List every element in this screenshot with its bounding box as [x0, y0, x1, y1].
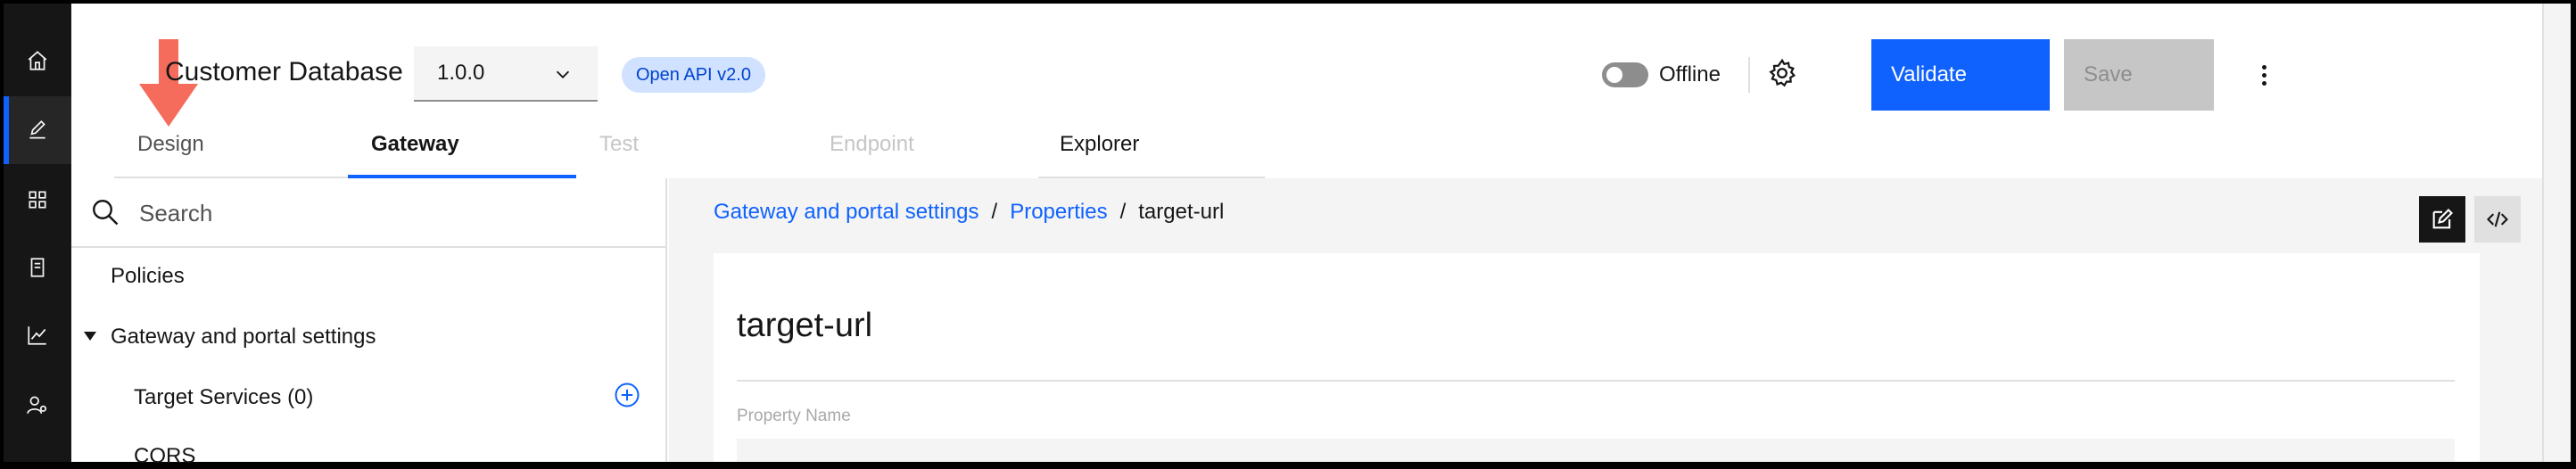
tab-design-label: Design: [137, 132, 204, 156]
offline-toggle[interactable]: [1602, 62, 1648, 87]
version-value: 1.0.0: [437, 61, 485, 85]
breadcrumb-separator: /: [991, 200, 998, 224]
breadcrumb-separator: /: [1119, 200, 1127, 224]
breadcrumb-gateway-portal-settings[interactable]: Gateway and portal settings: [714, 200, 979, 225]
edit-icon: [29, 120, 45, 139]
validate-button[interactable]: Validate: [1871, 39, 2050, 111]
rail-develop[interactable]: [4, 96, 71, 164]
property-title: target-url: [737, 307, 873, 344]
caret-down-icon[interactable]: [84, 332, 96, 341]
search-icon: [93, 200, 119, 226]
offline-label: Offline: [1659, 62, 1721, 86]
toolbar-divider: [1748, 57, 1750, 93]
property-name-field[interactable]: [737, 439, 2455, 462]
tab-design[interactable]: Design: [114, 132, 348, 178]
code-icon: [2487, 211, 2508, 227]
api-version-tag: Open API v2.0: [622, 57, 765, 93]
search-box: [71, 178, 665, 248]
window-frame: Customer Database 1.0.0 Open API v2.0 Of…: [0, 0, 2576, 468]
overflow-menu-icon[interactable]: [2255, 57, 2273, 93]
source-view-button[interactable]: [2474, 196, 2521, 243]
breadcrumb-current: target-url: [1138, 200, 1225, 224]
nav-item-gateway-portal-settings[interactable]: Gateway and portal settings: [111, 325, 376, 350]
tab-explorer-label: Explorer: [1060, 132, 1140, 156]
save-button[interactable]: Save: [2064, 39, 2214, 111]
chevron-down-icon: [556, 70, 570, 78]
user-admin-icon: [27, 396, 47, 414]
rail-apps[interactable]: [4, 166, 71, 234]
catalog-icon: [30, 258, 45, 277]
property-card: target-url Property Name: [714, 253, 2480, 462]
tab-explorer[interactable]: Explorer: [1038, 132, 1265, 178]
tab-test-label: Test: [599, 132, 640, 156]
analytics-icon: [28, 326, 46, 345]
rail-user-admin[interactable]: [4, 371, 71, 439]
card-divider: [737, 380, 2455, 382]
app-title: Customer Database: [165, 57, 403, 86]
edit-icon: [2432, 209, 2453, 229]
content-area: Gateway and portal settings / Properties…: [669, 178, 2542, 462]
tab-test: Test: [576, 132, 810, 178]
breadcrumb-properties[interactable]: Properties: [1010, 200, 1107, 225]
rail-catalog[interactable]: [4, 234, 71, 301]
tab-endpoint: Endpoint: [810, 132, 1038, 178]
property-name-label: Property Name: [737, 407, 851, 425]
tab-gateway[interactable]: Gateway: [348, 132, 576, 178]
version-select[interactable]: 1.0.0: [414, 46, 598, 102]
nav-item-cors[interactable]: CORS: [134, 444, 195, 469]
add-icon[interactable]: [614, 382, 640, 408]
apps-icon: [29, 191, 46, 209]
tab-endpoint-label: Endpoint: [830, 132, 914, 156]
rail-home[interactable]: [4, 27, 71, 95]
window-edge: [2571, 0, 2576, 462]
rail-analytics[interactable]: [4, 301, 71, 369]
nav-item-target-services[interactable]: Target Services (0): [134, 385, 313, 410]
home-icon: [28, 51, 47, 70]
left-rail: [4, 4, 71, 462]
left-nav-panel: Policies Gateway and portal settings Tar…: [71, 178, 667, 468]
search-input[interactable]: [139, 193, 639, 234]
form-view-button[interactable]: [2419, 196, 2465, 243]
breadcrumb: Gateway and portal settings / Properties…: [714, 200, 1224, 225]
nav-item-policies[interactable]: Policies: [111, 264, 185, 289]
gear-icon[interactable]: [1766, 57, 1798, 89]
page-scrollbar[interactable]: [2542, 4, 2571, 462]
tab-gateway-label: Gateway: [371, 132, 459, 156]
